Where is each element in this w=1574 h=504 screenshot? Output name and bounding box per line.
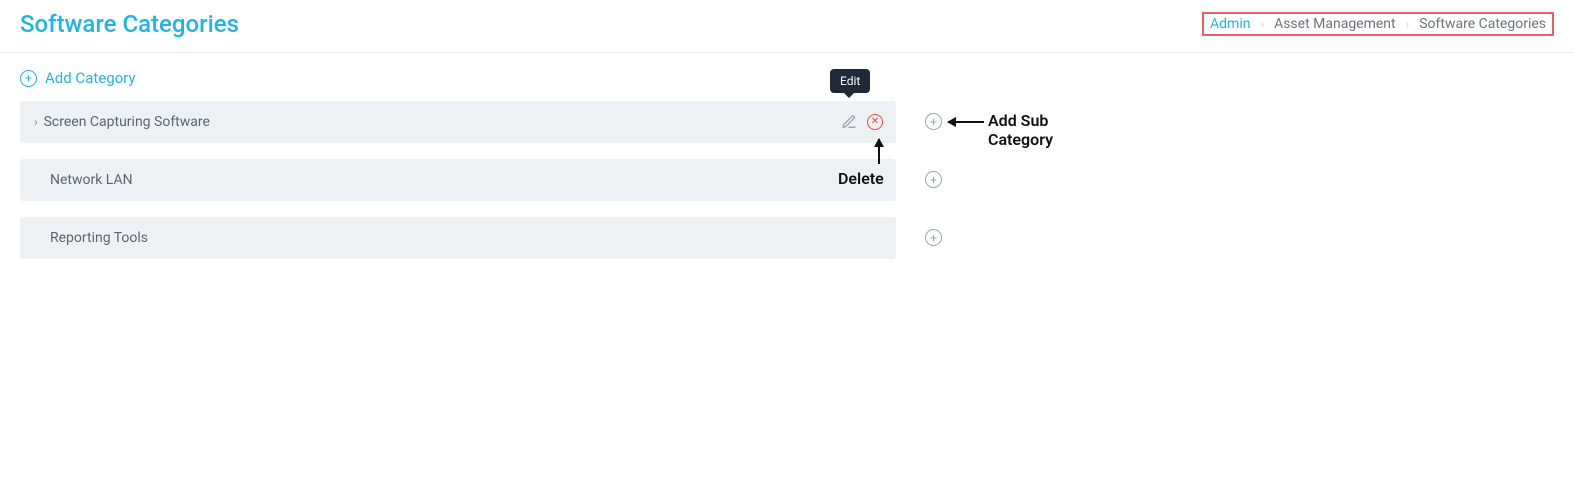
category-name: Screen Capturing Software <box>44 114 210 130</box>
add-category-button[interactable]: + Add Category <box>20 69 136 87</box>
plus-icon: + <box>20 70 37 87</box>
page-title: Software Categories <box>20 10 239 38</box>
category-list: Edit › Screen Capturing Software ✕ + Add <box>20 101 896 259</box>
plus-icon: + <box>925 113 942 130</box>
add-category-label: Add Category <box>45 69 136 87</box>
add-subcategory-button[interactable]: + <box>925 171 942 188</box>
breadcrumb-admin[interactable]: Admin <box>1210 16 1250 32</box>
chevron-right-icon[interactable]: › <box>34 115 38 129</box>
add-subcategory-button[interactable]: + <box>925 229 942 246</box>
category-name: Network LAN <box>50 172 133 188</box>
annotation-delete: Delete <box>838 169 884 188</box>
delete-icon[interactable]: ✕ <box>866 113 884 131</box>
breadcrumb-current: Software Categories <box>1419 16 1546 32</box>
breadcrumb-asset-management[interactable]: Asset Management <box>1274 16 1396 32</box>
category-name: Reporting Tools <box>50 230 148 246</box>
plus-icon: + <box>925 171 942 188</box>
chevron-right-icon: › <box>1260 17 1264 31</box>
edit-icon[interactable] <box>840 113 858 131</box>
category-row[interactable]: › Screen Capturing Software ✕ <box>20 101 896 143</box>
add-subcategory-button[interactable]: + <box>925 113 942 130</box>
plus-icon: + <box>925 229 942 246</box>
edit-tooltip: Edit <box>830 69 870 93</box>
breadcrumb: Admin › Asset Management › Software Cate… <box>1202 12 1554 36</box>
annotation-add-sub: Add Sub Category <box>988 111 1053 149</box>
chevron-right-icon: › <box>1406 17 1410 31</box>
category-row[interactable]: Reporting Tools <box>20 217 896 259</box>
category-row[interactable]: Network LAN <box>20 159 896 201</box>
